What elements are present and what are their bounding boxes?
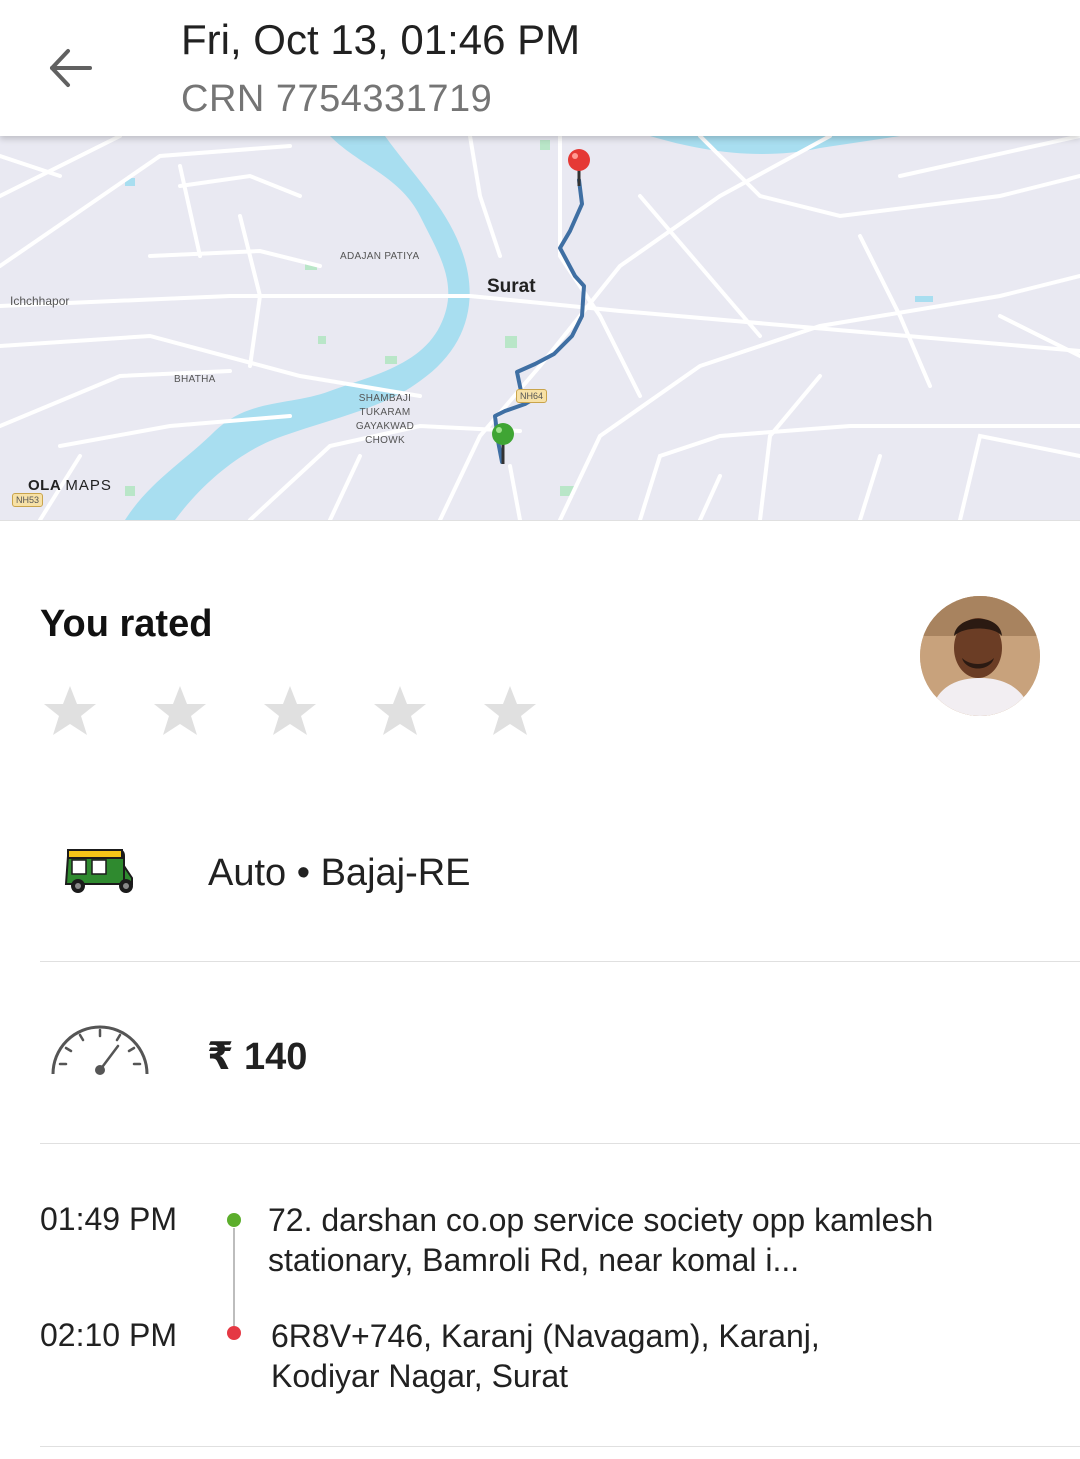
map-place-shambaji: SHAMBAJI TUKARAM GAYAKWAD CHOWK [355, 393, 415, 446]
section-divider [40, 1143, 1080, 1144]
map-city-surat: Surat [487, 276, 536, 297]
map-canvas [0, 136, 1080, 520]
auto-rickshaw-icon [64, 849, 133, 893]
rating-title: You rated [40, 603, 213, 645]
star-icon[interactable] [260, 682, 320, 742]
section-divider [40, 1446, 1080, 1447]
pickup-pin-icon [492, 423, 514, 464]
trip-connector-line [233, 1228, 235, 1326]
star-icon[interactable] [370, 682, 430, 742]
route-map[interactable]: ADAJAN PATIYA Ichchhapor BHATHA SHAMBAJI… [0, 136, 1080, 520]
map-place-ichchhapor: Ichchhapor [10, 294, 70, 308]
driver-avatar[interactable] [920, 596, 1040, 716]
vehicle-type-label: Auto • Bajaj-RE [208, 852, 471, 894]
back-button[interactable] [40, 38, 102, 100]
crn-number: CRN 7754331719 [181, 78, 493, 120]
ride-details-screen: Fri, Oct 13, 01:46 PM CRN 7754331719 ADA… [0, 0, 1080, 1459]
section-divider [40, 961, 1080, 962]
meter-icon [51, 1025, 149, 1075]
app-header: Fri, Oct 13, 01:46 PM CRN 7754331719 [0, 0, 1080, 136]
map-place-bhatha: BHATHA [174, 374, 216, 385]
drop-address: 6R8V+746, Karanj (Navagam), Karanj, Kodi… [271, 1318, 820, 1394]
fare-amount: ₹ 140 [207, 1036, 308, 1078]
map-divider [0, 520, 1080, 521]
pickup-time: 01:49 PM [40, 1201, 177, 1237]
route-line [493, 178, 586, 464]
pickup-address: 72. darshan co.op service society opp ka… [268, 1202, 934, 1278]
road-shield-nh53: NH53 [12, 493, 44, 507]
drop-dot-icon [227, 1326, 241, 1340]
star-icon[interactable] [480, 682, 540, 742]
ride-date-title: Fri, Oct 13, 01:46 PM [181, 16, 581, 63]
star-icon[interactable] [40, 682, 100, 742]
star-icon[interactable] [150, 682, 210, 742]
ola-maps-logo: OLA MAPS [28, 477, 112, 494]
arrow-back-icon [50, 49, 92, 87]
road-shield-nh64: NH64 [516, 389, 548, 403]
pickup-dot-icon [227, 1213, 241, 1227]
drop-time: 02:10 PM [40, 1317, 177, 1353]
map-place-adajan-patiya: ADAJAN PATIYA [340, 251, 420, 262]
drop-pin-icon [568, 149, 590, 186]
